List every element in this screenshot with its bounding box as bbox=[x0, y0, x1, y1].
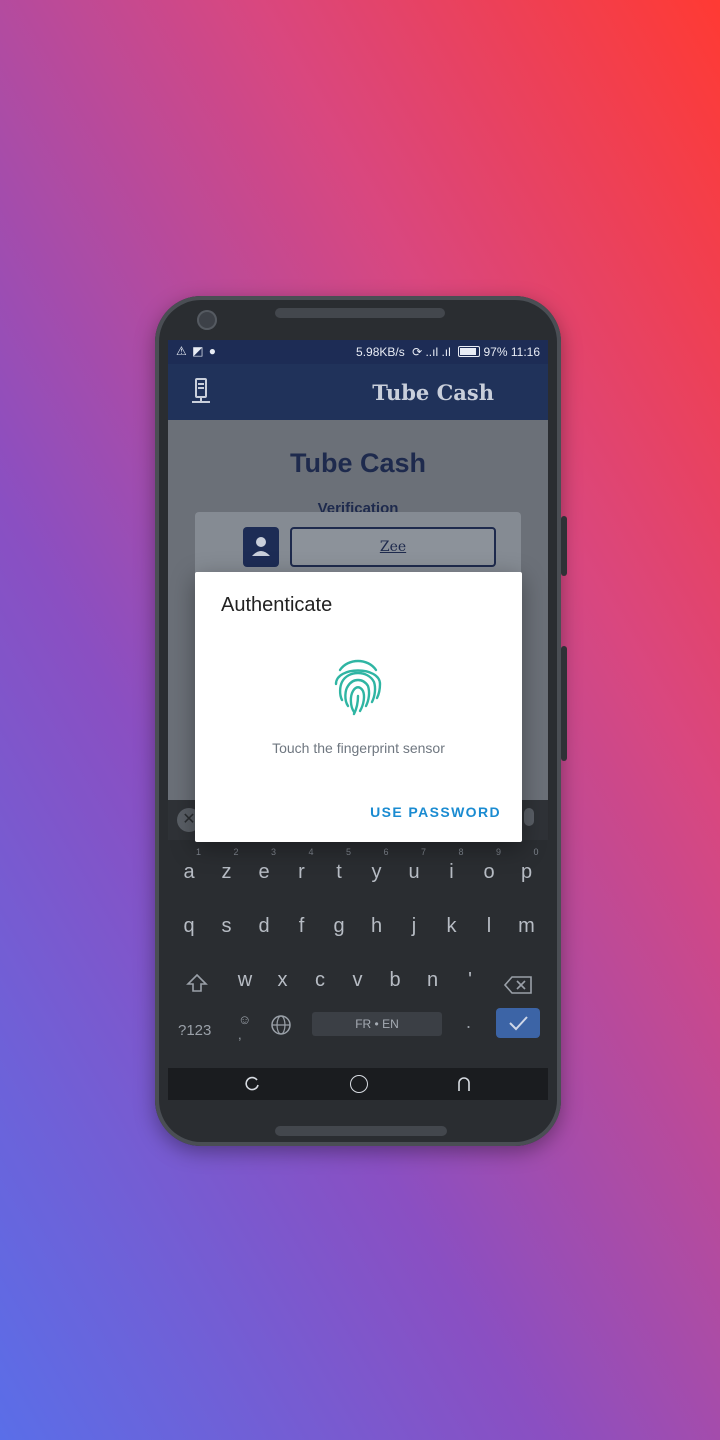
globe-icon[interactable] bbox=[270, 1014, 292, 1036]
key-a[interactable]: a1 bbox=[171, 847, 207, 892]
signal-icon: ⟳ ..ıl .ıl bbox=[412, 345, 451, 359]
key-n[interactable]: n bbox=[415, 960, 451, 1000]
clock: 11:16 bbox=[510, 345, 540, 359]
front-camera bbox=[197, 310, 217, 330]
key-hint: 7 bbox=[420, 847, 426, 857]
space-key[interactable]: FR • EN bbox=[312, 1012, 442, 1036]
fingerprint-icon bbox=[334, 659, 382, 716]
keyboard-row-3: w x c v b n ' bbox=[168, 960, 548, 1000]
dialog-title: Authenticate bbox=[221, 594, 333, 616]
emoji-key[interactable]: ☺, bbox=[238, 1012, 251, 1042]
key-g[interactable]: g bbox=[321, 906, 357, 946]
key-h[interactable]: h bbox=[359, 906, 395, 946]
status-bar: ⚠ ◩ ● 5.98KB/s ⟳ ..ıl .ıl 97% 11:16 bbox=[168, 340, 548, 364]
home-icon[interactable] bbox=[350, 1075, 368, 1093]
check-icon bbox=[509, 1016, 528, 1031]
key-x[interactable]: x bbox=[265, 960, 301, 1000]
app-bar: Tube Cash bbox=[168, 364, 548, 420]
key-m[interactable]: m bbox=[509, 906, 545, 946]
key-c[interactable]: c bbox=[302, 960, 338, 1000]
earpiece bbox=[275, 308, 445, 318]
key-d[interactable]: d bbox=[246, 906, 282, 946]
shift-key[interactable] bbox=[186, 972, 208, 994]
key-z[interactable]: z2 bbox=[209, 847, 245, 892]
key-w[interactable]: w bbox=[227, 960, 263, 1000]
key-j[interactable]: j bbox=[396, 906, 432, 946]
battery-icon bbox=[458, 346, 481, 357]
key-hint: 2 bbox=[233, 847, 239, 857]
server-icon[interactable] bbox=[190, 378, 212, 404]
key-'[interactable]: ' bbox=[452, 960, 488, 1000]
keyboard-row-2: qsdfghjklm bbox=[168, 906, 548, 946]
user-icon bbox=[243, 527, 279, 567]
key-u[interactable]: u7 bbox=[396, 847, 432, 892]
keyboard-row-1: a1z2e3r4t5y6u7i8o9p0 bbox=[168, 847, 548, 892]
key-i[interactable]: i8 bbox=[434, 847, 470, 892]
key-e[interactable]: e3 bbox=[246, 847, 282, 892]
key-hint: 1 bbox=[195, 847, 201, 857]
bottom-speaker bbox=[275, 1126, 447, 1136]
key-hint: 9 bbox=[495, 847, 501, 857]
key-v[interactable]: v bbox=[340, 960, 376, 1000]
key-r[interactable]: r4 bbox=[284, 847, 320, 892]
battery-level: 97% bbox=[483, 345, 508, 359]
power-button bbox=[561, 516, 567, 576]
key-hint: 4 bbox=[308, 847, 314, 857]
symbols-key[interactable]: ?123 bbox=[178, 1022, 211, 1039]
period-key[interactable]: . bbox=[466, 1012, 471, 1033]
username-input[interactable]: Zee bbox=[290, 527, 496, 567]
key-y[interactable]: y6 bbox=[359, 847, 395, 892]
key-l[interactable]: l bbox=[471, 906, 507, 946]
key-o[interactable]: o9 bbox=[471, 847, 507, 892]
authenticate-dialog: Authenticate Touch the fingerprint senso… bbox=[195, 572, 522, 842]
key-hint: 6 bbox=[383, 847, 389, 857]
key-q[interactable]: q bbox=[171, 906, 207, 946]
key-hint: 8 bbox=[458, 847, 464, 857]
status-left-icons: ⚠ ◩ ● bbox=[176, 344, 218, 358]
enter-key[interactable] bbox=[496, 1008, 540, 1038]
key-f[interactable]: f bbox=[284, 906, 320, 946]
key-b[interactable]: b bbox=[377, 960, 413, 1000]
key-k[interactable]: k bbox=[434, 906, 470, 946]
nav-bar bbox=[168, 1068, 548, 1100]
mic-icon[interactable] bbox=[524, 808, 534, 826]
key-hint: 3 bbox=[270, 847, 276, 857]
key-t[interactable]: t5 bbox=[321, 847, 357, 892]
key-p[interactable]: p0 bbox=[509, 847, 545, 892]
key-hint: 0 bbox=[533, 847, 539, 857]
dialog-message: Touch the fingerprint sensor bbox=[272, 740, 445, 756]
use-password-button[interactable]: USE PASSWORD bbox=[370, 804, 501, 820]
volume-button bbox=[561, 646, 567, 761]
page-title: Tube Cash bbox=[289, 448, 426, 478]
key-hint: 5 bbox=[345, 847, 351, 857]
status-right: 5.98KB/s ⟳ ..ıl .ıl 97% 11:16 bbox=[356, 345, 540, 359]
key-s[interactable]: s bbox=[209, 906, 245, 946]
recents-icon[interactable] bbox=[244, 1076, 260, 1092]
backspace-key[interactable] bbox=[503, 976, 532, 994]
back-icon[interactable] bbox=[456, 1076, 472, 1092]
network-speed: 5.98KB/s bbox=[356, 345, 405, 359]
app-bar-title: Tube Cash bbox=[372, 380, 494, 405]
